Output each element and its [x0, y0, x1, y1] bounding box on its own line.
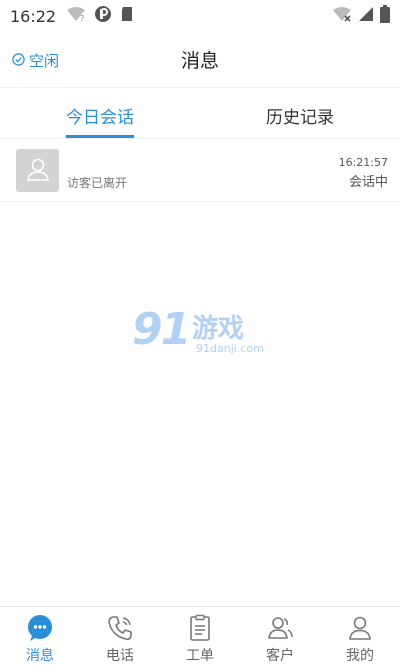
nav-label: 客户 [266, 648, 294, 664]
wifi-off-icon [332, 6, 352, 26]
clipboard-icon [185, 613, 215, 643]
session-last-message: 访客已离开 [67, 176, 128, 190]
wifi-question-icon: ? [66, 6, 86, 26]
list-item[interactable]: 访客已离开 16:21:57 会话中 [0, 140, 400, 202]
status-bar: 16:22 ? [0, 0, 400, 32]
sd-card-icon [120, 6, 134, 26]
tab-today-sessions[interactable]: 今日会话 [0, 89, 200, 138]
watermark-logo: 91 游戏 91danji.com [132, 304, 272, 364]
session-state: 会话中 [348, 175, 388, 190]
tab-history[interactable]: 历史记录 [200, 89, 400, 138]
nav-item-me[interactable]: 我的 [320, 607, 400, 666]
nav-item-customers[interactable]: 客户 [240, 607, 320, 666]
watermark-number: 91 [132, 304, 191, 355]
status-time: 16:22 [10, 6, 57, 26]
nav-label: 工单 [186, 648, 214, 664]
user-placeholder-icon [25, 156, 51, 186]
avatar [16, 149, 59, 192]
nav-item-messages[interactable]: 消息 [0, 607, 80, 666]
nav-label: 电话 [106, 648, 134, 664]
phone-icon [105, 613, 135, 643]
chat-bubble-icon [25, 613, 55, 643]
page-title: 消息 [180, 50, 219, 72]
app-notification-icon [94, 5, 112, 27]
watermark-url: 91danji.com [196, 342, 264, 355]
svg-text:?: ? [80, 14, 84, 22]
nav-item-tickets[interactable]: 工单 [160, 607, 240, 666]
session-tabs: 今日会话 历史记录 [0, 89, 400, 139]
signal-icon [358, 6, 374, 26]
session-time: 16:21:57 [338, 156, 388, 169]
person-icon [345, 613, 375, 643]
nav-label: 我的 [346, 648, 374, 664]
nav-item-phone[interactable]: 电话 [80, 607, 160, 666]
status-left-icons: ? [66, 5, 134, 27]
status-right-icons [332, 5, 390, 27]
session-list: 访客已离开 16:21:57 会话中 [0, 140, 400, 202]
customers-icon [265, 613, 295, 643]
watermark-brand: 游戏 [192, 314, 245, 344]
battery-icon [380, 5, 390, 27]
bottom-nav: 消息 电话 工单 客户 我的 [0, 606, 400, 666]
app-header: 空闲 消息 [0, 32, 400, 88]
nav-label: 消息 [26, 648, 54, 664]
